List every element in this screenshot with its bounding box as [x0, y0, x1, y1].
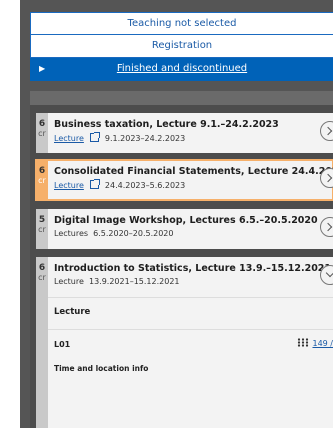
tab-teaching-not-selected[interactable]: Teaching not selected [30, 12, 333, 35]
course-meta: Lectures 6.5.2020–20.5.2020 [54, 229, 333, 238]
course-title: Digital Image Workshop, Lectures 6.5.–20… [54, 215, 318, 226]
enrolled-count[interactable]: 149 / [297, 338, 333, 348]
credit-value: 6 [38, 166, 46, 176]
credit-badge: 6 cr [36, 160, 48, 200]
lecture-link[interactable]: Lecture [54, 134, 84, 143]
section-heading: Lecture [48, 297, 333, 329]
course-type: Lecture [54, 277, 84, 286]
chevron-down-icon[interactable] [320, 265, 333, 285]
course-dates: 6.5.2020–20.5.2020 [93, 229, 174, 238]
time-location-info: Time and location info [54, 364, 149, 373]
external-link-icon[interactable] [89, 179, 100, 189]
course-card[interactable]: 6 cr Business taxation, Lecture 9.1.–24.… [36, 113, 333, 153]
credit-unit: cr [38, 273, 46, 282]
course-dates: 13.9.2021–15.12.2021 [88, 277, 180, 286]
course-meta: Lecture 13.9.2021–15.12.2021 [54, 277, 333, 286]
chevron-right-icon[interactable] [320, 168, 333, 188]
course-card[interactable]: 5 cr Digital Image Workshop, Lectures 6.… [36, 209, 333, 249]
credit-unit: cr [38, 225, 46, 234]
tab-registration[interactable]: Registration [30, 35, 333, 58]
course-dates: 24.4.2023–5.6.2023 [104, 181, 186, 190]
credit-unit: cr [38, 129, 46, 138]
tab-finished-and-discontinued[interactable]: ▶ Finished and discontinued [30, 58, 333, 81]
app-frame: Teaching not selected Registration ▶ Fin… [20, 0, 333, 428]
course-title: Introduction to Statistics, Lecture 13.9… [54, 263, 332, 274]
external-link-icon[interactable] [89, 132, 100, 142]
caret-right-icon: ▶ [39, 64, 46, 73]
group-code: L01 [54, 340, 71, 349]
course-dates: 9.1.2023–24.2.2023 [104, 134, 186, 143]
course-meta: Lecture 24.4.2023–5.6.2023 [54, 179, 333, 190]
lecture-link[interactable]: Lecture [54, 181, 84, 190]
course-list: 6 cr Business taxation, Lecture 9.1.–24.… [30, 91, 333, 428]
course-title: Consolidated Financial Statements, Lectu… [54, 166, 333, 177]
credit-value: 6 [38, 119, 46, 129]
tab-label: Finished and discontinued [116, 63, 248, 74]
status-tabs: Teaching not selected Registration ▶ Fin… [30, 12, 333, 81]
credit-value: 6 [38, 263, 46, 273]
people-icon [297, 338, 310, 347]
course-type: Lectures [54, 229, 89, 238]
group-row[interactable]: L01 149 / [48, 329, 333, 358]
credit-badge: 6 cr [36, 257, 48, 428]
chevron-right-icon[interactable] [320, 121, 333, 141]
course-title: Business taxation, Lecture 9.1.–24.2.202… [54, 119, 279, 130]
credit-badge: 6 cr [36, 113, 48, 153]
credit-value: 5 [38, 215, 46, 225]
credit-unit: cr [38, 176, 46, 185]
credit-badge: 5 cr [36, 209, 48, 249]
course-card[interactable]: 6 cr Consolidated Financial Statements, … [35, 159, 333, 201]
course-card-expanded[interactable]: 6 cr Introduction to Statistics, Lecture… [36, 257, 333, 428]
chevron-right-icon[interactable] [320, 217, 333, 237]
course-meta: Lecture 9.1.2023–24.2.2023 [54, 132, 333, 143]
